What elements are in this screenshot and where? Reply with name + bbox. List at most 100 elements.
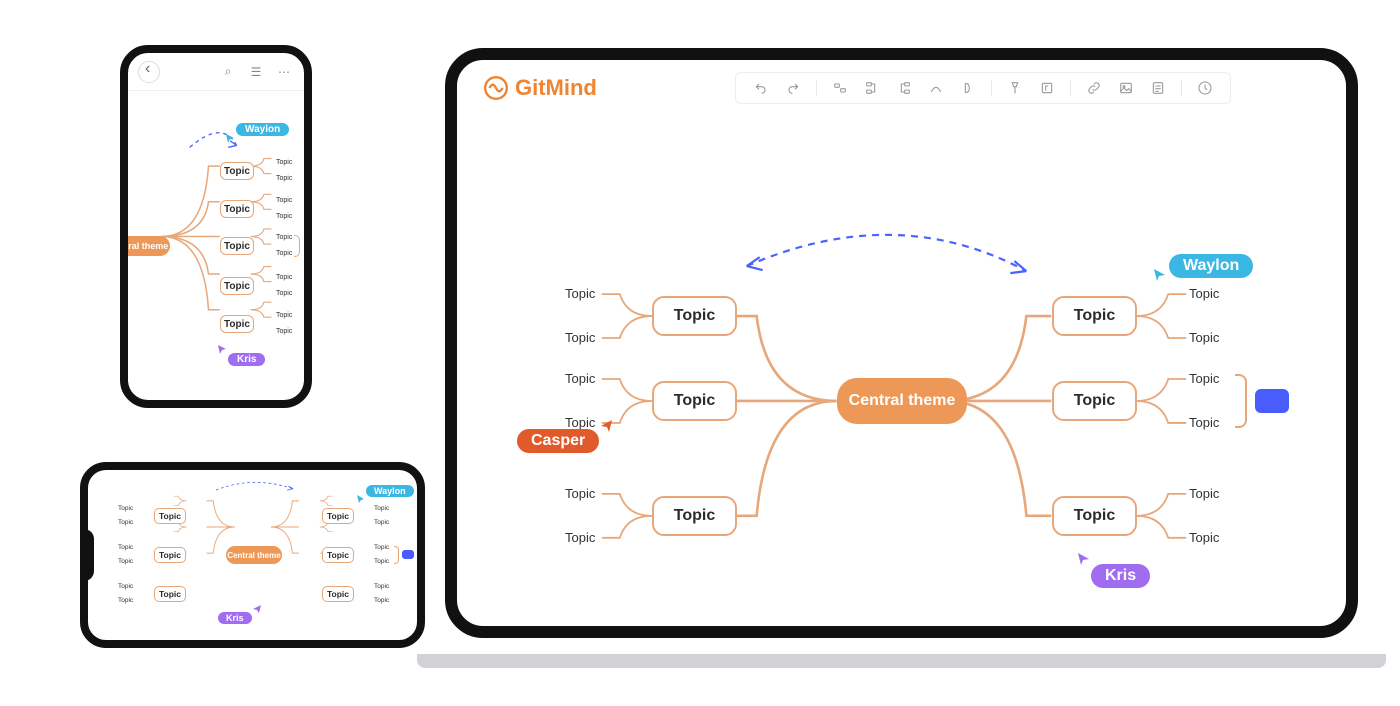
subtopic-text[interactable]: Topic <box>276 175 292 182</box>
topic-node[interactable]: Topic <box>322 547 354 563</box>
add-sibling-button[interactable] <box>831 79 849 97</box>
subtopic-text[interactable]: Topic <box>276 274 292 281</box>
subtopic-text[interactable]: Topic <box>565 330 595 345</box>
topic-node[interactable]: Topic <box>220 315 254 333</box>
cursor-icon <box>599 419 613 433</box>
subtopic-text[interactable]: Topic <box>276 197 292 204</box>
summary-box[interactable] <box>304 241 312 251</box>
cursor-icon <box>1077 552 1091 566</box>
main-toolbar <box>735 72 1231 104</box>
subtopic-text[interactable]: Topic <box>374 597 389 604</box>
subtopic-text[interactable]: Topic <box>1189 371 1219 386</box>
subtopic-text[interactable]: Topic <box>565 286 595 301</box>
topic-node[interactable]: Topic <box>652 296 737 336</box>
summary-brace <box>294 235 300 257</box>
mobile-toolbar: ⌕ ☰ ⋯ <box>128 53 304 91</box>
format-button[interactable] <box>1006 79 1024 97</box>
summary-box[interactable] <box>402 550 414 559</box>
toolbar-separator <box>1181 80 1182 96</box>
subtopic-text[interactable]: Topic <box>565 415 595 430</box>
collaborator-kris: Kris <box>228 353 265 366</box>
subtopic-text[interactable]: Topic <box>565 486 595 501</box>
subtopic-text[interactable]: Topic <box>1189 330 1219 345</box>
subtopic-text[interactable]: Topic <box>1189 286 1219 301</box>
central-theme-node[interactable]: Central theme <box>837 378 967 424</box>
subtopic-text[interactable]: Topic <box>1189 486 1219 501</box>
mindmap-canvas-mobile[interactable]: ntral theme Topic Topic Topic Topic Topi… <box>128 91 304 382</box>
subtopic-text[interactable]: Topic <box>565 530 595 545</box>
topic-node[interactable]: Topic <box>154 586 186 602</box>
subtopic-text[interactable]: Topic <box>374 505 389 512</box>
collaborator-casper: Casper <box>517 429 599 453</box>
collaborator-waylon: Waylon <box>1169 254 1253 278</box>
topic-node[interactable]: Topic <box>220 277 254 295</box>
subtopic-text[interactable]: Topic <box>374 583 389 590</box>
subtopic-text[interactable]: Topic <box>118 505 133 512</box>
subtopic-text[interactable]: Topic <box>118 558 133 565</box>
summary-button[interactable] <box>959 79 977 97</box>
summary-brace <box>1235 374 1247 428</box>
subtopic-text[interactable]: Topic <box>1189 415 1219 430</box>
redo-button[interactable] <box>784 79 802 97</box>
subtopic-text[interactable]: Topic <box>276 234 292 241</box>
add-child-button[interactable] <box>863 79 881 97</box>
subtopic-text[interactable]: Topic <box>374 558 389 565</box>
summary-box[interactable] <box>1255 389 1289 413</box>
topic-node[interactable]: Topic <box>154 508 186 524</box>
topic-node[interactable]: Topic <box>154 547 186 563</box>
text-style-button[interactable] <box>1038 79 1056 97</box>
insert-image-button[interactable] <box>1117 79 1135 97</box>
subtopic-text[interactable]: Topic <box>118 519 133 526</box>
toolbar-separator <box>816 80 817 96</box>
topic-node[interactable]: Topic <box>652 381 737 421</box>
central-theme-node[interactable]: Central theme <box>226 546 282 564</box>
subtopic-text[interactable]: Topic <box>276 213 292 220</box>
collaborator-kris: Kris <box>218 612 252 624</box>
undo-button[interactable] <box>752 79 770 97</box>
back-button[interactable] <box>138 61 160 83</box>
topic-node[interactable]: Topic <box>220 162 254 180</box>
subtopic-text[interactable]: Topic <box>374 519 389 526</box>
cursor-icon <box>1153 268 1167 282</box>
search-icon[interactable]: ⌕ <box>218 62 238 82</box>
topic-node[interactable]: Topic <box>220 237 254 255</box>
list-icon[interactable]: ☰ <box>246 62 266 82</box>
subtopic-text[interactable]: Topic <box>1189 530 1219 545</box>
subtopic-text[interactable]: Topic <box>276 328 292 335</box>
mindmap-canvas-landscape[interactable]: Central theme Topic Topic Topic Topic To… <box>88 470 417 584</box>
app-logo: GitMind <box>483 75 597 101</box>
subtopic-text[interactable]: Topic <box>118 583 133 590</box>
subtopic-text[interactable]: Topic <box>276 312 292 319</box>
subtopic-text[interactable]: Topic <box>118 544 133 551</box>
insert-note-button[interactable] <box>1149 79 1167 97</box>
central-theme-node[interactable]: ntral theme <box>120 236 170 256</box>
collaborator-waylon: Waylon <box>236 123 289 136</box>
cursor-icon <box>252 604 262 614</box>
laptop-base <box>417 654 1386 668</box>
topic-node[interactable]: Topic <box>220 200 254 218</box>
app-header: GitMind <box>457 60 1346 116</box>
subtopic-text[interactable]: Topic <box>118 597 133 604</box>
subtopic-text[interactable]: Topic <box>374 544 389 551</box>
topic-node[interactable]: Topic <box>1052 381 1137 421</box>
mindmap-canvas[interactable]: Central theme Topic Topic Topic Topic To… <box>457 116 1346 626</box>
topic-node[interactable]: Topic <box>1052 296 1137 336</box>
toolbar-separator <box>1070 80 1071 96</box>
subtopic-text[interactable]: Topic <box>565 371 595 386</box>
share-button[interactable] <box>1196 79 1214 97</box>
laptop-device-frame: GitMind <box>445 48 1358 668</box>
more-icon[interactable]: ⋯ <box>274 62 294 82</box>
topic-node[interactable]: Topic <box>1052 496 1137 536</box>
relation-button[interactable] <box>927 79 945 97</box>
topic-node[interactable]: Topic <box>652 496 737 536</box>
phone-portrait-frame: ⌕ ☰ ⋯ ntral theme Topic Topic To <box>120 45 312 408</box>
add-parent-button[interactable] <box>895 79 913 97</box>
insert-link-button[interactable] <box>1085 79 1103 97</box>
subtopic-text[interactable]: Topic <box>276 159 292 166</box>
subtopic-text[interactable]: Topic <box>276 290 292 297</box>
phone-landscape-frame: Central theme Topic Topic Topic Topic To… <box>80 462 425 648</box>
topic-node[interactable]: Topic <box>322 586 354 602</box>
topic-node[interactable]: Topic <box>322 508 354 524</box>
subtopic-text[interactable]: Topic <box>276 250 292 257</box>
summary-brace <box>394 546 399 564</box>
